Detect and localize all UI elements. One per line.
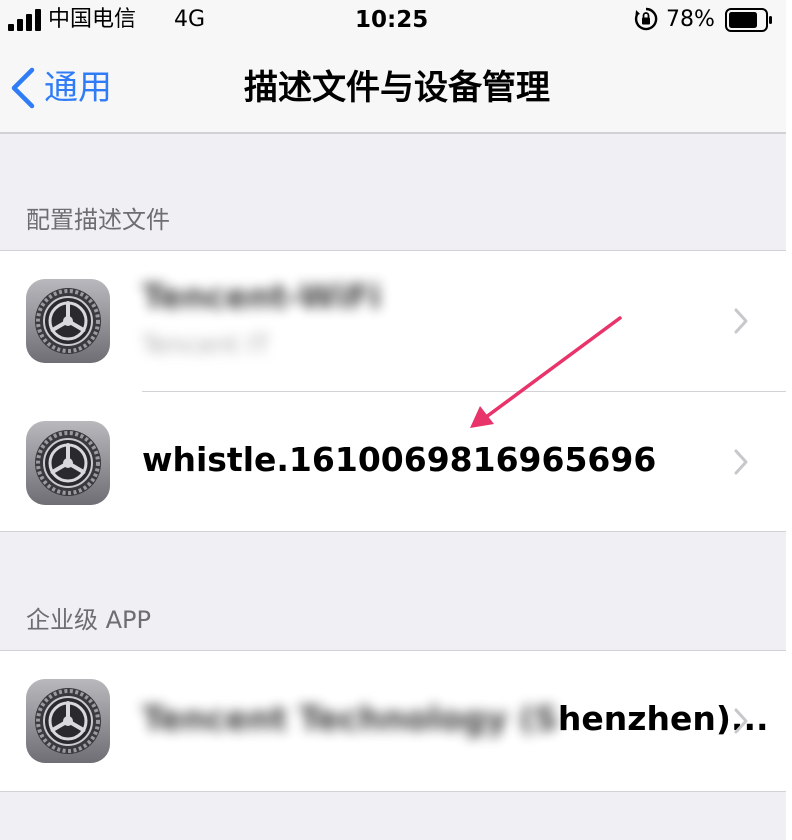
orientation-lock-icon [634,7,658,31]
battery-icon [725,8,772,32]
profiles-list: Tencent-WiFi Tencent IT whistle.16100698… [0,250,786,532]
settings-gear-icon [26,421,110,505]
enterprise-app-title: Tencent Technology (Shenzhen)... [142,699,769,739]
section-header-enterprise-app: 企业级 APP [26,606,151,634]
list-item-enterprise-app[interactable]: Tencent Technology (Shenzhen)... [0,651,786,791]
annotation-arrow [470,316,622,428]
enterprise-app-title-blurred: Tencent Technology (S [142,699,558,738]
chevron-right-icon [734,449,748,475]
navigation-bar: 通用 描述文件与设备管理 [0,40,786,134]
settings-gear-icon [26,679,110,763]
screen-edge [786,0,792,840]
list-item-profile-whistle[interactable]: whistle.1610069816965696 [0,392,786,532]
carrier-name: 中国电信 [48,7,137,32]
chevron-right-icon [734,708,748,734]
profile-subtitle: Tencent IT [142,330,270,359]
network-type: 4G [174,7,206,32]
page-title: 描述文件与设备管理 [244,68,550,108]
section-header-profiles: 配置描述文件 [26,206,170,234]
battery-percent: 78% [666,7,715,32]
profile-title: Tencent-WiFi [142,277,381,316]
chevron-right-icon [734,308,748,334]
settings-gear-icon [26,279,110,363]
list-item-profile-tencent-wifi[interactable]: Tencent-WiFi Tencent IT [0,251,786,391]
status-bar: 中国电信 4G 10:25 78% [0,0,786,40]
status-time: 10:25 [355,7,429,33]
signal-icon [8,9,41,31]
enterprise-app-list: Tencent Technology (Shenzhen)... [0,650,786,792]
profile-title: whistle.1610069816965696 [142,440,657,479]
